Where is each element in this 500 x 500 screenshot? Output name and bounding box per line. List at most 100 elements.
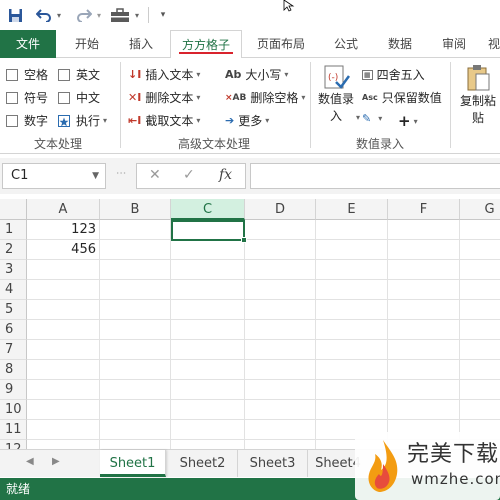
cell-a4[interactable] bbox=[27, 280, 100, 300]
tab-fangfang-gezi[interactable]: 方方格子 bbox=[170, 30, 242, 59]
cell-g4[interactable] bbox=[460, 280, 500, 300]
checkbox-number[interactable]: 数字 bbox=[6, 112, 48, 129]
name-box[interactable]: C1 ▼ bbox=[2, 163, 106, 189]
customize-qat-icon[interactable]: ▾ bbox=[156, 4, 170, 26]
cell-e9[interactable] bbox=[316, 380, 388, 400]
cell-d8[interactable] bbox=[245, 360, 316, 380]
cell-a7[interactable] bbox=[27, 340, 100, 360]
cell-f3[interactable] bbox=[388, 260, 460, 280]
delete-text-button[interactable]: ✕I 删除文本 ▾ bbox=[128, 89, 200, 106]
resize-handle[interactable]: ⋮ bbox=[115, 168, 126, 177]
insert-text-button[interactable]: ↓I 插入文本 ▾ bbox=[128, 66, 200, 83]
cell-f1[interactable] bbox=[388, 220, 460, 240]
extract-text-button[interactable]: ⇤I 截取文本 ▾ bbox=[128, 112, 200, 129]
cell-f9[interactable] bbox=[388, 380, 460, 400]
tab-view[interactable]: 视 bbox=[484, 30, 500, 58]
execute-button[interactable]: 执行 ▾ bbox=[58, 112, 107, 129]
cell-d10[interactable] bbox=[245, 400, 316, 420]
column-header-b[interactable]: B bbox=[100, 199, 171, 220]
more-button[interactable]: ➔ 更多 ▾ bbox=[225, 112, 269, 129]
cell-d9[interactable] bbox=[245, 380, 316, 400]
cell-e2[interactable] bbox=[316, 240, 388, 260]
cell-b9[interactable] bbox=[100, 380, 171, 400]
undo-icon[interactable] bbox=[34, 4, 54, 26]
row-header-1[interactable]: 1 bbox=[0, 220, 27, 240]
cancel-icon[interactable]: ✕ bbox=[149, 167, 161, 183]
cell-a10[interactable] bbox=[27, 400, 100, 420]
cell-f6[interactable] bbox=[388, 320, 460, 340]
cell-a3[interactable] bbox=[27, 260, 100, 280]
cell-a11[interactable] bbox=[27, 420, 100, 440]
cell-f2[interactable] bbox=[388, 240, 460, 260]
column-header-c[interactable]: C bbox=[171, 199, 245, 220]
row-header-6[interactable]: 6 bbox=[0, 320, 27, 340]
cell-a9[interactable] bbox=[27, 380, 100, 400]
row-header-5[interactable]: 5 bbox=[0, 300, 27, 320]
cell-a5[interactable] bbox=[27, 300, 100, 320]
cell-d7[interactable] bbox=[245, 340, 316, 360]
column-header-d[interactable]: D bbox=[245, 199, 316, 220]
column-header-g[interactable]: G bbox=[460, 199, 500, 220]
cell-c10[interactable] bbox=[171, 400, 245, 420]
cell-d4[interactable] bbox=[245, 280, 316, 300]
row-header-9[interactable]: 9 bbox=[0, 380, 27, 400]
tab-home[interactable]: 开始 bbox=[62, 30, 112, 58]
row-header-8[interactable]: 8 bbox=[0, 360, 27, 380]
tab-file[interactable]: 文件 bbox=[0, 30, 56, 58]
enter-icon[interactable]: ✓ bbox=[183, 167, 195, 183]
case-button[interactable]: Ab 大小写 ▾ bbox=[225, 66, 288, 83]
cell-a2[interactable]: 456 bbox=[27, 240, 100, 260]
tab-formulas[interactable]: 公式 bbox=[322, 30, 370, 58]
cell-d11[interactable] bbox=[245, 420, 316, 440]
cell-b1[interactable] bbox=[100, 220, 171, 240]
cell-f8[interactable] bbox=[388, 360, 460, 380]
cell-b10[interactable] bbox=[100, 400, 171, 420]
numeric-entry-button[interactable]: (-) 数值录 入 ▾ bbox=[316, 64, 360, 124]
row-header-2[interactable]: 2 bbox=[0, 240, 27, 260]
cell-a6[interactable] bbox=[27, 320, 100, 340]
cell-e8[interactable] bbox=[316, 360, 388, 380]
fill-handle[interactable] bbox=[241, 237, 247, 243]
cell-g1[interactable] bbox=[460, 220, 500, 240]
chevron-down-icon[interactable]: ▼ bbox=[92, 164, 99, 188]
cell-c8[interactable] bbox=[171, 360, 245, 380]
checkbox[interactable] bbox=[6, 91, 18, 104]
cell-e6[interactable] bbox=[316, 320, 388, 340]
insert-function-icon[interactable]: fx bbox=[219, 167, 232, 183]
row-header-3[interactable]: 3 bbox=[0, 260, 27, 280]
cell-d3[interactable] bbox=[245, 260, 316, 280]
tab-review[interactable]: 审阅 bbox=[430, 30, 478, 58]
cell-e3[interactable] bbox=[316, 260, 388, 280]
cell-g3[interactable] bbox=[460, 260, 500, 280]
checkbox[interactable] bbox=[6, 114, 18, 127]
delete-spaces-button[interactable]: ×AB 删除空格 ▾ bbox=[225, 89, 305, 106]
cell-c9[interactable] bbox=[171, 380, 245, 400]
cell-c2[interactable] bbox=[171, 240, 245, 260]
sheet-tab-sheet1[interactable]: Sheet1 bbox=[100, 450, 166, 477]
cell-g10[interactable] bbox=[460, 400, 500, 420]
cell-e10[interactable] bbox=[316, 400, 388, 420]
scroll-right-icon[interactable]: ▶ bbox=[52, 456, 60, 467]
cell-g8[interactable] bbox=[460, 360, 500, 380]
toolbox-icon[interactable] bbox=[108, 4, 132, 26]
cell-e4[interactable] bbox=[316, 280, 388, 300]
undo-dropdown-icon[interactable]: ▾ bbox=[54, 4, 64, 26]
cell-c5[interactable] bbox=[171, 300, 245, 320]
cell-b7[interactable] bbox=[100, 340, 171, 360]
redo-dropdown-icon[interactable]: ▾ bbox=[94, 4, 104, 26]
cell-b2[interactable] bbox=[100, 240, 171, 260]
tab-page-layout[interactable]: 页面布局 bbox=[248, 30, 314, 58]
cell-b5[interactable] bbox=[100, 300, 171, 320]
cell-d6[interactable] bbox=[245, 320, 316, 340]
cell-b4[interactable] bbox=[100, 280, 171, 300]
edit-values-button[interactable]: ✎ ▾ bbox=[362, 112, 382, 125]
cell-g7[interactable] bbox=[460, 340, 500, 360]
cell-g6[interactable] bbox=[460, 320, 500, 340]
sheet-tab-sheet2[interactable]: Sheet2 bbox=[168, 450, 238, 477]
cell-f10[interactable] bbox=[388, 400, 460, 420]
cell-g2[interactable] bbox=[460, 240, 500, 260]
cell-a1[interactable]: 123 bbox=[27, 220, 100, 240]
cell-f7[interactable] bbox=[388, 340, 460, 360]
cell-b11[interactable] bbox=[100, 420, 171, 440]
cell-c3[interactable] bbox=[171, 260, 245, 280]
